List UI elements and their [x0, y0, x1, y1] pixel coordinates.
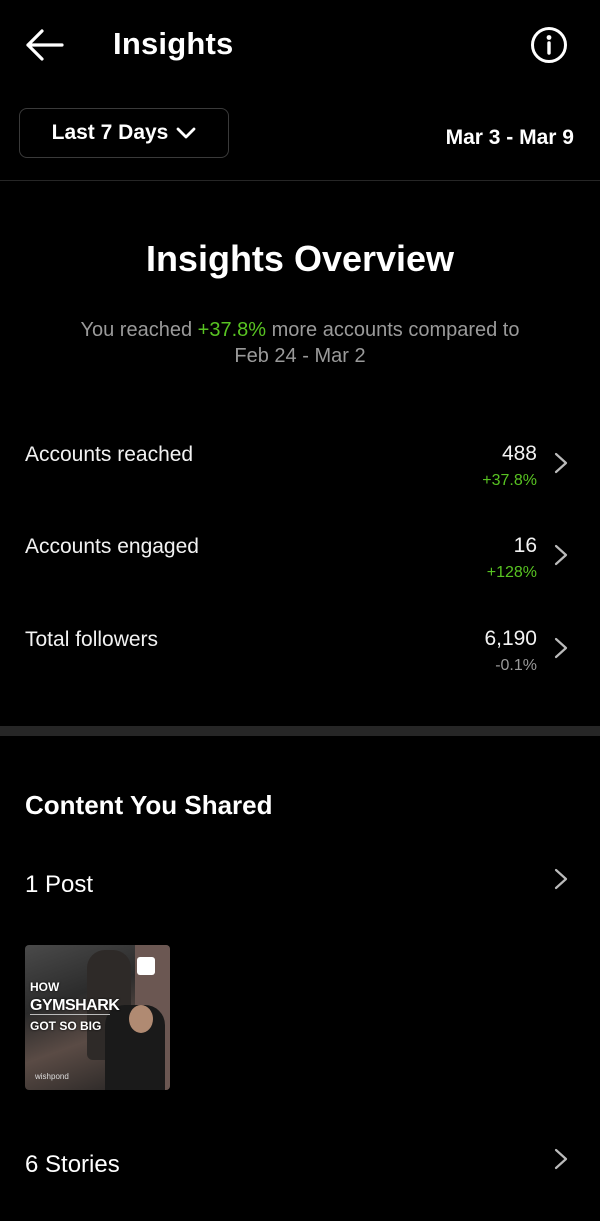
multi-post-icon: [137, 957, 155, 975]
content-section-title: Content You Shared: [25, 790, 273, 820]
summary-change: +37.8%: [197, 319, 267, 341]
metric-value: 16: [513, 534, 537, 557]
back-button[interactable]: [24, 28, 64, 62]
metric-value: 6,190: [484, 627, 537, 650]
summary-period: Feb 24 - Mar 2: [234, 345, 366, 367]
chevron-right-icon: [554, 868, 568, 890]
page-title: Insights: [113, 26, 234, 61]
chevron-right-icon: [554, 544, 568, 566]
date-range-text: Mar 3 - Mar 9: [445, 126, 574, 149]
date-range-label: Last 7 Days: [51, 121, 169, 144]
date-range-dropdown[interactable]: Last 7 Days: [19, 108, 229, 158]
metric-label: Accounts reached: [25, 443, 194, 466]
overview-title: Insights Overview: [145, 238, 455, 279]
chevron-right-icon: [554, 637, 568, 659]
thumb-text-line1: HOW: [30, 980, 60, 994]
metric-change: +37.8%: [482, 472, 537, 489]
chevron-right-icon: [554, 452, 568, 474]
info-icon: [531, 27, 567, 63]
summary-middle: more accounts compared to: [266, 319, 520, 341]
thumb-text-line2: GYMSHARK: [30, 997, 120, 1014]
post-thumbnail[interactable]: HOW GYMSHARK GOT SO BIG wishpond: [25, 945, 170, 1090]
metric-label: Total followers: [25, 628, 159, 651]
chevron-down-icon: [176, 127, 196, 139]
thumb-face: [129, 1005, 153, 1033]
info-button[interactable]: [530, 26, 568, 64]
chevron-right-icon: [554, 1148, 568, 1170]
thumb-brand: wishpond: [35, 1072, 69, 1081]
divider: [0, 180, 600, 181]
summary-prefix: You reached: [80, 319, 198, 341]
thumb-underline: [30, 1014, 110, 1015]
overview-summary: You reached +37.8% more accounts compare…: [40, 317, 560, 369]
metric-change: +128%: [486, 564, 537, 581]
metric-change: -0.1%: [495, 657, 537, 674]
metric-value: 488: [501, 442, 537, 465]
posts-count-label: 1 Post: [25, 871, 94, 898]
thumb-text-line3: GOT SO BIG: [30, 1019, 102, 1033]
stories-count-label: 6 Stories: [25, 1151, 120, 1178]
section-divider: [0, 726, 600, 736]
back-arrow-icon: [26, 29, 64, 61]
metric-label: Accounts engaged: [25, 535, 199, 558]
